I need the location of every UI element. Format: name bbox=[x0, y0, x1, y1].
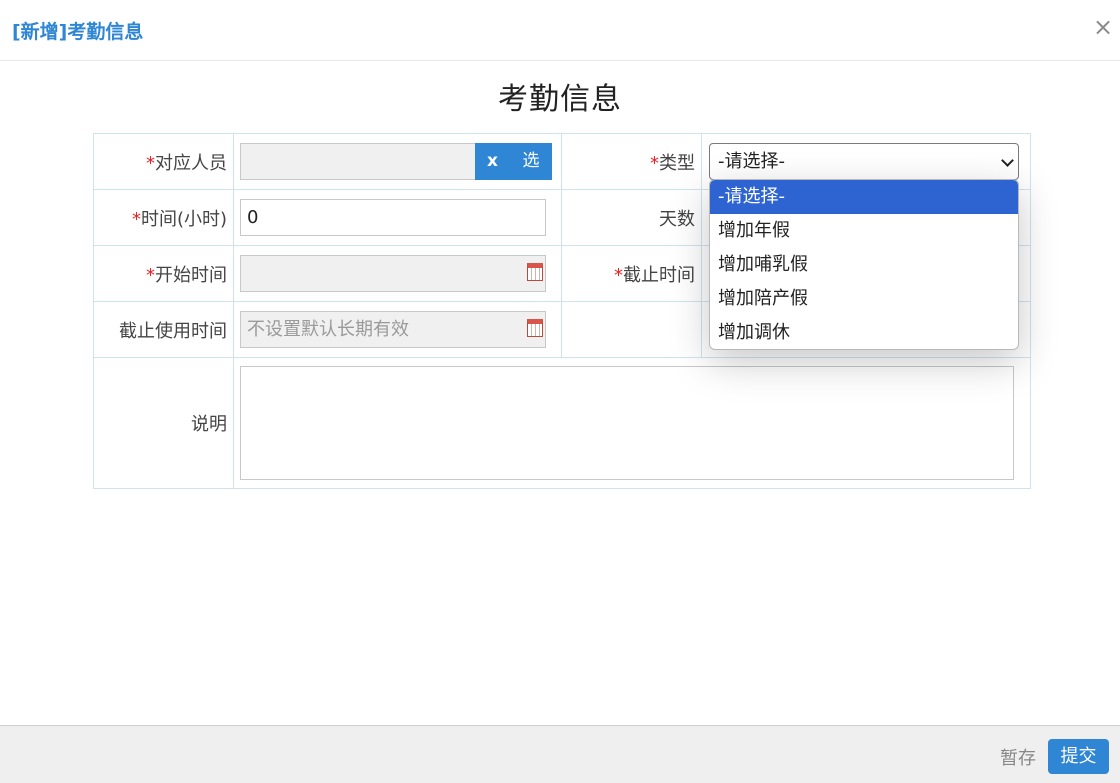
clear-person-button[interactable]: x bbox=[475, 143, 510, 180]
form-title: 考勤信息 bbox=[498, 82, 622, 117]
type-select-value: -请选择- bbox=[718, 151, 785, 172]
type-select[interactable]: -请选择- bbox=[709, 143, 1019, 180]
hours-input[interactable]: 0 bbox=[240, 199, 546, 236]
type-option[interactable]: 增加年假 bbox=[710, 214, 1018, 248]
type-option[interactable]: 增加哺乳假 bbox=[710, 248, 1018, 282]
days-label: 天数 bbox=[561, 189, 702, 246]
person-picker: x 选 bbox=[240, 143, 552, 180]
person-input[interactable] bbox=[240, 143, 476, 180]
type-label: *类型 bbox=[561, 133, 702, 190]
select-person-button[interactable]: 选 bbox=[510, 143, 552, 180]
hours-label: *时间(小时) bbox=[93, 189, 234, 246]
dialog-header: [新增]考勤信息 × bbox=[0, 0, 1120, 61]
chevron-down-icon bbox=[1001, 154, 1014, 167]
close-icon[interactable]: × bbox=[1092, 12, 1114, 42]
calendar-icon[interactable] bbox=[527, 319, 543, 337]
start-time-label: *开始时间 bbox=[93, 245, 234, 302]
start-time-picker[interactable] bbox=[240, 255, 546, 292]
empty-cell bbox=[561, 301, 702, 358]
dialog-footer: 暂存 提交 bbox=[0, 725, 1120, 783]
person-label: *对应人员 bbox=[93, 133, 234, 190]
type-option[interactable]: 增加调休 bbox=[710, 316, 1018, 349]
dialog-title: [新增]考勤信息 bbox=[12, 21, 144, 43]
note-textarea[interactable] bbox=[240, 366, 1014, 480]
use-deadline-picker[interactable]: 不设置默认长期有效 bbox=[240, 311, 546, 348]
start-time-input[interactable] bbox=[240, 255, 546, 292]
submit-button[interactable]: 提交 bbox=[1048, 739, 1109, 774]
note-label: 说明 bbox=[93, 357, 234, 489]
type-option[interactable]: -请选择- bbox=[710, 180, 1018, 214]
use-deadline-input[interactable]: 不设置默认长期有效 bbox=[240, 311, 546, 348]
end-time-label: *截止时间 bbox=[561, 245, 702, 302]
type-option[interactable]: 增加陪产假 bbox=[710, 282, 1018, 316]
type-dropdown-list: -请选择- 增加年假 增加哺乳假 增加陪产假 增加调休 bbox=[709, 179, 1019, 350]
calendar-icon[interactable] bbox=[527, 263, 543, 281]
use-deadline-label: 截止使用时间 bbox=[93, 301, 234, 358]
save-draft-button[interactable]: 暂存 bbox=[1000, 744, 1036, 770]
